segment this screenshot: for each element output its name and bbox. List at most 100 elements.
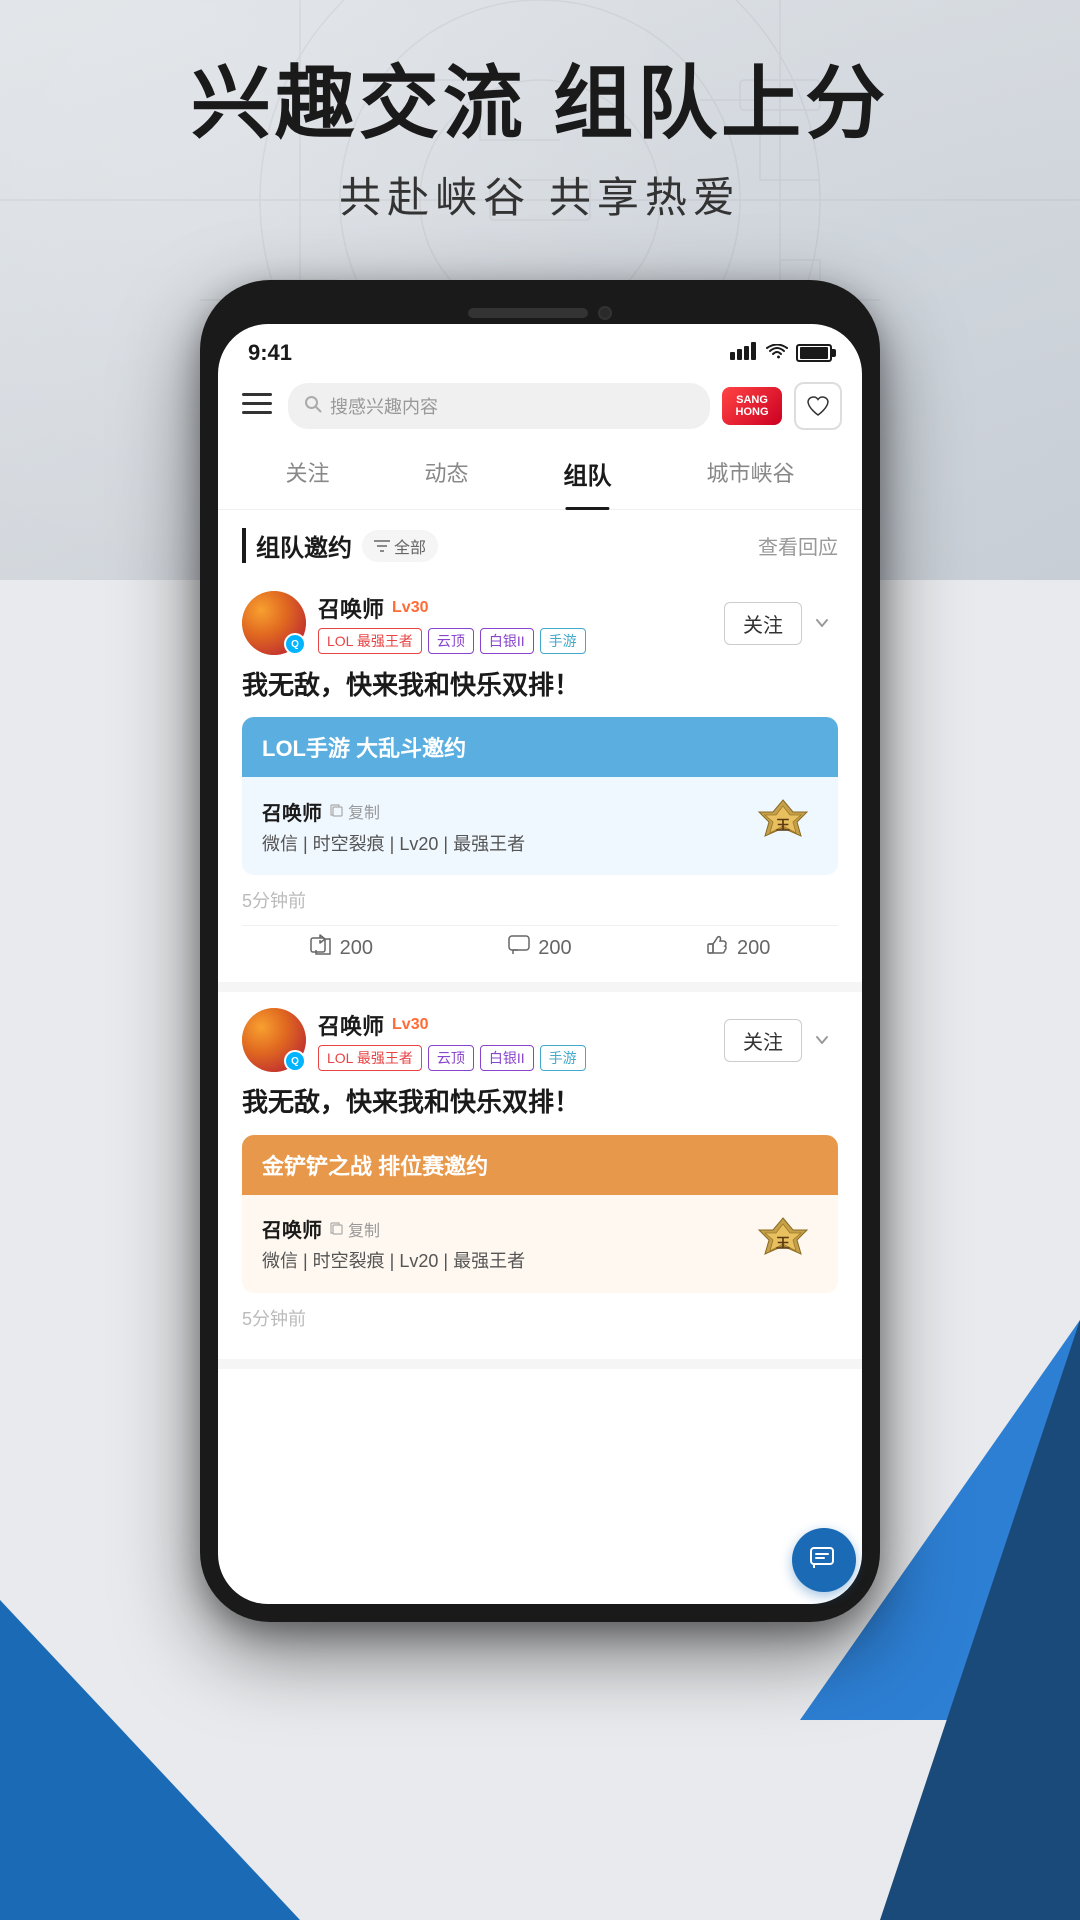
phone-camera [598,306,612,320]
tag-lol-1: LOL 最强王者 [318,628,422,654]
tag-lol-2: LOL 最强王者 [318,1045,422,1071]
chevron-1[interactable] [806,607,838,639]
share-action-1[interactable]: 200 [310,934,373,962]
user-detail-name-row-1: 召唤师 复制 [262,797,525,826]
svg-text:王: 王 [776,817,790,833]
brand-badge: SANG HONG [722,387,782,425]
like-count-1: 200 [737,937,770,960]
avatar-wrapper-2: Q [242,1008,306,1072]
user-tags-1: LOL 最强王者 云顶 白银II 手游 [318,628,586,654]
search-placeholder: 搜感兴趣内容 [330,393,438,419]
post-text-1: 我无敌，快来我和快乐双排！ [242,667,838,703]
user-detail-text-2: 微信 | 时空裂痕 | Lv20 | 最强王者 [262,1247,525,1273]
tag-rank-2: 白银II [480,1045,534,1071]
user-level-1: Lv30 [392,599,428,617]
post-time-1: 5分钟前 [242,887,838,913]
post-actions-1: 200 200 200 [242,925,838,966]
user-detail-name-2: 召唤师 [262,1214,322,1243]
filter-label: 全部 [394,534,426,558]
post-card-1: Q 召唤师 Lv30 LOL 最强王者 云顶 白银II 手游 [218,575,862,992]
app-header: 搜感兴趣内容 SANG HONG [218,374,862,442]
user-tags-2: LOL 最强王者 云顶 白银II 手游 [318,1045,586,1071]
user-detail-name-1: 召唤师 [262,797,322,826]
rank-emblem-2: 王 [748,1209,818,1279]
fab-button[interactable] [792,1528,856,1592]
search-icon [304,395,322,418]
user-name-1: 召唤师 [318,592,384,624]
signal-icon [730,342,758,365]
status-icons [730,340,832,366]
user-detail-info-1: 召唤师 复制 微信 | 时空裂痕 | Lv20 | 最强王者 [262,797,525,856]
user-details-1: 召唤师 Lv30 LOL 最强王者 云顶 白银II 手游 [318,592,586,654]
hero-title: 兴趣交流 组队上分 [0,60,1080,148]
avatar-badge-2: Q [284,1050,306,1072]
heart-button[interactable] [794,382,842,430]
game-card-1: LOL手游 大乱斗邀约 [242,717,838,777]
like-action-1[interactable]: 200 [707,934,770,962]
share-icon-1 [310,934,332,962]
user-info-2: Q 召唤师 Lv30 LOL 最强王者 云顶 白银II 手游 [242,1008,586,1072]
game-card-title-2: 金铲铲之战 排位赛邀约 [262,1149,488,1181]
hero-section: 兴趣交流 组队上分 共赴峡谷 共享热爱 [0,60,1080,225]
like-icon-1 [707,934,729,962]
nav-tabs: 关注 动态 组队 城市峡谷 [218,442,862,510]
avatar-wrapper-1: Q [242,591,306,655]
chevron-2[interactable] [806,1024,838,1056]
section-title-group: 组队邀约 全部 [242,528,438,563]
post-header-1: Q 召唤师 Lv30 LOL 最强王者 云顶 白银II 手游 [242,591,838,655]
section-header: 组队邀约 全部 查看回应 [218,510,862,575]
user-name-row-1: 召唤师 Lv30 [318,592,586,624]
post-text-2: 我无敌，快来我和快乐双排！ [242,1084,838,1120]
user-details-2: 召唤师 Lv30 LOL 最强王者 云顶 白银II 手游 [318,1009,586,1071]
phone-screen: 9:41 [218,324,862,1604]
hero-subtitle: 共赴峡谷 共享热爱 [0,164,1080,225]
rank-emblem-1: 王 [748,791,818,861]
user-detail-text-1: 微信 | 时空裂痕 | Lv20 | 最强王者 [262,830,525,856]
user-name-2: 召唤师 [318,1009,384,1041]
follow-btn-1: 关注 [724,602,838,645]
battery-icon [796,344,832,362]
tag-cloud-1: 云顶 [428,628,474,654]
tab-dynamic[interactable]: 动态 [412,450,480,497]
share-count-1: 200 [340,937,373,960]
tag-mobile-2: 手游 [540,1045,586,1071]
svg-text:王: 王 [776,1235,790,1251]
game-card-2: 金铲铲之战 排位赛邀约 [242,1135,838,1195]
phone-speaker [468,308,588,318]
menu-icon[interactable] [238,387,276,426]
filter-button[interactable]: 全部 [362,530,438,562]
copy-label-1: 复制 [348,799,380,823]
copy-button-1[interactable]: 复制 [330,799,380,823]
phone-wrapper: 9:41 [200,280,880,1622]
tag-cloud-2: 云顶 [428,1045,474,1071]
phone-frame: 9:41 [200,280,880,1622]
comment-count-1: 200 [538,937,571,960]
copy-button-2[interactable]: 复制 [330,1217,380,1241]
status-bar: 9:41 [218,324,862,374]
wifi-icon [766,340,788,366]
user-detail-info-2: 召唤师 复制 微信 | 时空裂痕 | Lv20 | 最强王者 [262,1214,525,1273]
comment-action-1[interactable]: 200 [508,934,571,962]
user-level-2: Lv30 [392,1016,428,1034]
game-card-title-1: LOL手游 大乱斗邀约 [262,731,466,763]
follow-btn-2: 关注 [724,1019,838,1062]
copy-label-2: 复制 [348,1217,380,1241]
user-detail-card-2: 召唤师 复制 微信 | 时空裂痕 | Lv20 | 最强王者 王 [242,1195,838,1293]
section-title: 组队邀约 [242,528,352,563]
view-all-button[interactable]: 查看回应 [758,531,838,560]
status-time: 9:41 [248,340,292,366]
tab-follow[interactable]: 关注 [273,450,341,497]
tab-city[interactable]: 城市峡谷 [694,450,806,497]
user-detail-card-1: 召唤师 复制 微信 | 时空裂痕 | Lv20 | 最强王者 王 [242,777,838,875]
search-bar[interactable]: 搜感兴趣内容 [288,383,710,429]
post-time-2: 5分钟前 [242,1305,838,1331]
post-header-2: Q 召唤师 Lv30 LOL 最强王者 云顶 白银II 手游 [242,1008,838,1072]
follow-button-1[interactable]: 关注 [724,602,802,645]
phone-notch [218,298,862,324]
follow-button-2[interactable]: 关注 [724,1019,802,1062]
comment-icon-1 [508,934,530,962]
avatar-badge-1: Q [284,633,306,655]
tab-team[interactable]: 组队 [551,450,623,497]
user-detail-name-row-2: 召唤师 复制 [262,1214,525,1243]
tag-rank-1: 白银II [480,628,534,654]
